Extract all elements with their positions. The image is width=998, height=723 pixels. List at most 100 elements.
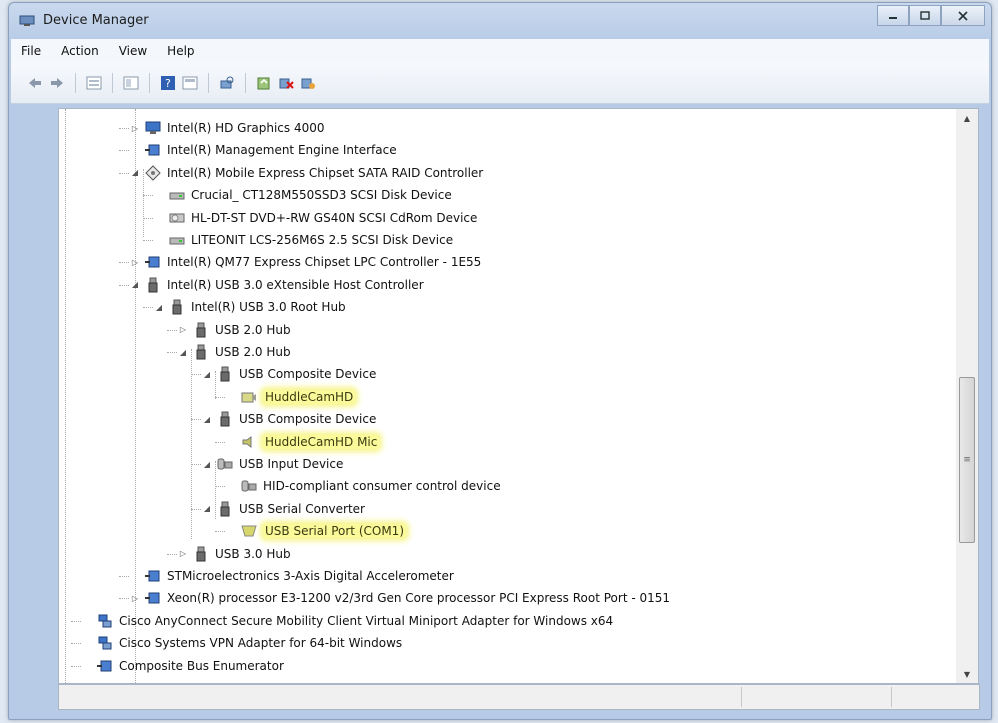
collapse-arrow-icon[interactable]: ◢ [201,504,213,513]
device-icon [145,142,161,158]
scroll-up-button[interactable]: ▲ [956,109,978,127]
tree-item-label: Intel(R) USB 3.0 eXtensible Host Control… [167,277,424,292]
device-icon [145,590,161,606]
properties-button[interactable] [84,73,104,93]
menu-help[interactable]: Help [157,44,204,58]
tree-item[interactable]: ◢ Intel(R) USB 3.0 Root Hub [153,296,346,318]
show-icon [182,76,198,90]
tree-connector-line [143,195,153,197]
tree-item[interactable]: HuddleCamHD [225,386,356,408]
tree-item[interactable]: HuddleCamHD Mic [225,431,380,453]
tree-connector-line [143,217,153,219]
grip-icon: ≡ [963,455,971,465]
tree-item-label: Intel(R) QM77 Express Chipset LPC Contro… [167,255,482,270]
view-icon [123,76,139,90]
tree-connector-line [65,109,66,683]
collapse-arrow-icon[interactable]: ◢ [201,460,213,469]
tree-item-label: USB Composite Device [239,367,377,382]
maximize-button[interactable] [909,5,941,26]
uninstall-button[interactable] [276,73,296,93]
scan-icon [220,76,234,89]
tree-item-label: USB 2.0 Hub [215,345,291,359]
menu-view[interactable]: View [109,44,157,58]
collapse-arrow-icon[interactable]: ◢ [201,415,213,424]
tree-item[interactable]: HL-DT-ST DVD+-RW GS40N SCSI CdRom Device [153,207,477,229]
tree-item[interactable]: ◢ Intel(R) Mobile Express Chipset SATA RA… [129,162,483,184]
help-button[interactable]: ? [158,73,178,93]
update-driver-button[interactable] [254,73,274,93]
tree-connector-line [119,172,129,174]
expand-arrow-icon[interactable]: ▷ [129,594,141,603]
tree-item[interactable]: ▷ Intel(R) QM77 Express Chipset LPC Contr… [129,251,481,273]
forward-icon [51,78,63,88]
minimize-button[interactable] [877,5,909,26]
usb-icon [193,344,209,360]
tree-item-label: Cisco AnyConnect Secure Mobility Client … [119,613,614,628]
expand-arrow-icon[interactable]: ▷ [177,325,189,334]
tree-item-label: USB 2.0 Hub [215,322,291,337]
collapse-arrow-icon[interactable]: ◢ [129,280,141,289]
menu-file[interactable]: File [11,44,51,58]
device-tree[interactable]: ▷ Intel(R) HD Graphics 4000 Intel(R) Manag… [58,108,958,684]
tree-item-label: USB 3.0 Hub [215,546,291,561]
expand-arrow-icon[interactable]: ▷ [177,549,189,558]
scrollbar-thumb[interactable]: ≡ [959,377,975,543]
tree-item[interactable]: STMicroelectronics 3-Axis Digital Accele… [129,565,454,587]
tree-item[interactable]: ◢ USB Composite Device [201,363,376,385]
close-button[interactable] [941,5,985,26]
update-icon [257,77,270,90]
tree-item-label: USB Composite Device [239,412,377,427]
tree-item[interactable]: ▷ Xeon(R) processor E3-1200 v2/3rd Gen Co… [129,587,670,609]
collapse-arrow-icon[interactable]: ◢ [129,168,141,177]
forward-button[interactable] [47,73,67,93]
collapse-arrow-icon[interactable]: ◢ [177,348,189,357]
disk-icon [169,187,185,203]
tree-item[interactable]: ◢ Intel(R) USB 3.0 eXtensible Host Contro… [129,274,424,296]
expand-arrow-icon[interactable]: ▷ [129,124,141,133]
show-button[interactable] [180,73,200,93]
tree-item[interactable]: HID-compliant consumer control device [225,475,501,497]
tree-item[interactable]: ◢ USB Serial Converter [201,498,365,520]
port-icon [241,523,257,539]
collapse-arrow-icon[interactable]: ◢ [201,370,213,379]
tree-item[interactable]: ▷ USB 3.0 Hub [177,543,291,565]
disable-button[interactable] [298,73,318,93]
vertical-scrollbar[interactable]: ▲ ≡ ▼ [956,108,979,684]
tree-connector-line [143,240,153,241]
scroll-down-icon: ▼ [963,669,971,679]
tree-connector-line [191,419,201,421]
scroll-down-button[interactable]: ▼ [956,665,978,683]
usb-icon [217,366,233,382]
tree-item[interactable]: Cisco Systems VPN Adapter for 64-bit Win… [81,632,402,654]
properties-icon [86,76,102,90]
help-icon: ? [161,76,175,90]
collapse-arrow-icon[interactable]: ◢ [153,303,165,312]
status-divider [891,687,892,707]
device-icon [145,254,161,270]
tree-item[interactable]: ◢ USB Input Device [201,453,343,475]
view-button[interactable] [121,73,141,93]
tree-item[interactable]: LITEONIT LCS-256M6S 2.5 SCSI Disk Device [153,229,453,251]
tree-item[interactable]: Cisco AnyConnect Secure Mobility Client … [81,610,613,632]
tree-item-label: Xeon(R) processor E3-1200 v2/3rd Gen Cor… [167,591,671,606]
menu-action[interactable]: Action [51,44,109,58]
tree-item[interactable]: ◢ USB 2.0 Hub [177,341,291,363]
tree-item[interactable]: ◢ USB Composite Device [201,408,376,430]
back-button[interactable] [25,73,45,93]
expand-arrow-icon[interactable]: ▷ [129,258,141,267]
toolbar-separator [112,73,113,93]
title-bar[interactable]: Device Manager [9,3,991,39]
scan-hardware-button[interactable] [217,73,237,93]
tree-item-label: HID-compliant consumer control device [263,479,501,494]
tree-item[interactable]: Intel(R) Management Engine Interface [129,139,397,161]
tree-item[interactable]: USB Serial Port (COM1) [225,520,406,542]
tree-item[interactable]: ▷ Intel(R) HD Graphics 4000 [129,117,325,139]
tree-item[interactable]: ▷ USB 2.0 Hub [177,319,291,341]
tree-item[interactable]: Composite Bus Enumerator [81,655,284,677]
toolbar-separator [75,73,76,93]
scroll-up-icon: ▲ [963,113,971,123]
network-adapter-icon [97,613,113,629]
tree-item[interactable]: Crucial_ CT128M550SSD3 SCSI Disk Device [153,184,452,206]
tree-item-label: HL-DT-ST DVD+-RW GS40N SCSI CdRom Device [191,210,478,225]
tree-connector-line [71,643,81,645]
